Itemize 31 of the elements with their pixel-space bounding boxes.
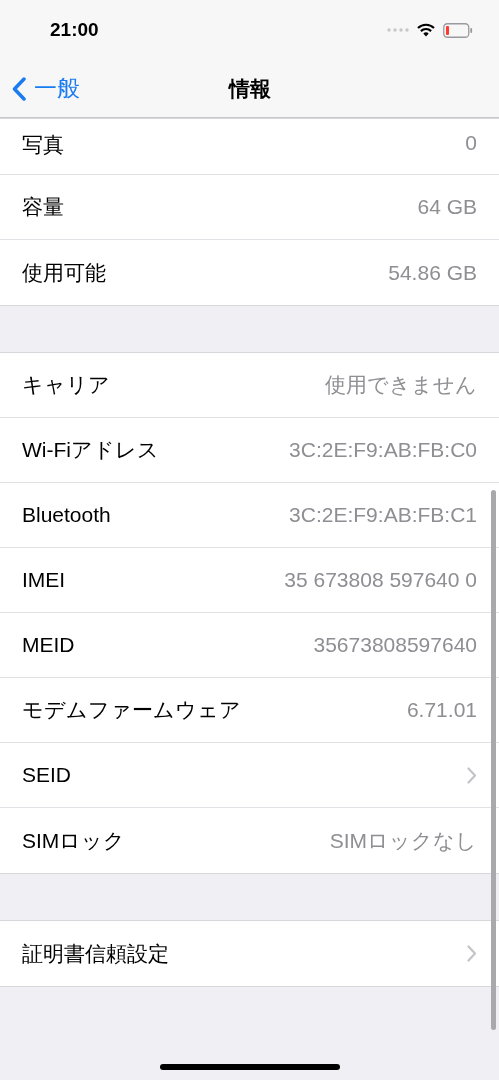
row-label: MEID [22,633,75,657]
row-value: 3C:2E:F9:AB:FB:C0 [289,438,477,462]
back-button[interactable]: 一般 [0,73,80,104]
row-label: キャリア [22,372,110,398]
row-value: 使用できません [325,372,477,398]
wifi-icon [417,23,435,37]
row-value: 35 673808 597640 0 [284,568,477,592]
row-label: モデムファームウェア [22,697,241,723]
chevron-icon [467,945,477,962]
row-label: SIMロック [22,827,126,854]
row-label: 写真 [22,132,64,158]
row-label: 使用可能 [22,259,106,286]
chevron-icon [467,766,477,784]
row-label: SEID [22,763,71,787]
row-value: 54.86 GB [388,260,477,285]
row-value: 6.71.01 [406,698,477,722]
row-value: 35673808597640 [313,633,477,657]
row-label: 証明書信頼設定 [22,940,169,967]
battery-icon [443,22,473,38]
nav-title: 情報 [228,75,271,102]
row-value: 0 [465,131,477,155]
status-time: 21:00 [50,19,99,41]
row-value: SIMロックなし [329,827,477,854]
row-label: IMEI [22,568,66,592]
row-value: 3C:2E:F9:AB:FB:C1 [289,503,477,527]
back-chevron-icon [12,76,26,101]
row-label: Bluetooth [22,503,111,527]
signal-icon [387,28,409,32]
row-label: 容量 [22,194,64,220]
row-label: Wi-Fiアドレス [22,437,159,463]
row-value: 64 GB [417,195,477,219]
